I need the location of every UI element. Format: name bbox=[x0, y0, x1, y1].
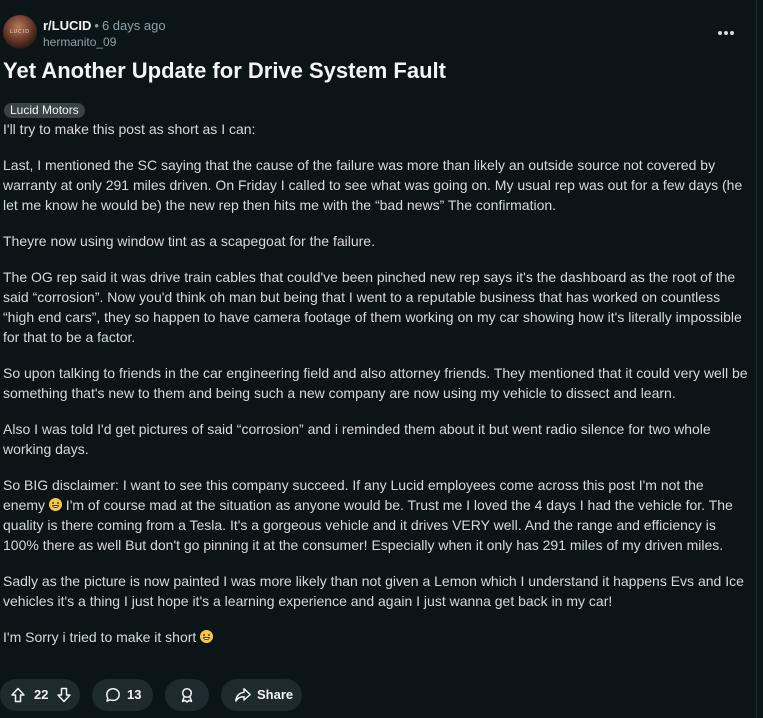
grinning-face-icon bbox=[200, 630, 214, 643]
paragraph: So BIG disclaimer: I want to see this co… bbox=[3, 475, 748, 555]
paragraph: The OG rep said it was drive train cable… bbox=[3, 269, 742, 345]
post-actions: 22 13 Share bbox=[0, 679, 760, 711]
avatar-logo: LUCID bbox=[9, 29, 30, 35]
vote-score: 22 bbox=[34, 687, 49, 702]
share-button[interactable]: Share bbox=[221, 679, 302, 711]
share-arrow-icon bbox=[235, 688, 251, 702]
paragraph: So upon talking to friends in the car en… bbox=[3, 365, 748, 401]
scrollbar[interactable] bbox=[756, 0, 763, 718]
comments-button[interactable]: 13 bbox=[92, 679, 153, 711]
subreddit-link[interactable]: r/LUCID bbox=[43, 18, 91, 33]
grinning-face-icon bbox=[48, 498, 62, 511]
author-link[interactable]: hermanito_09 bbox=[43, 34, 116, 50]
paragraph-text: I'm Sorry i tried to make it short bbox=[3, 629, 201, 645]
post-page: LUCID r/LUCID • 6 days ago hermanito_09 Ye… bbox=[0, 0, 757, 718]
paragraph-text: I'm of course mad at the situation as an… bbox=[3, 497, 733, 553]
post-header: LUCID r/LUCID • 6 days ago hermanito_09 bbox=[3, 14, 753, 54]
subreddit-avatar[interactable]: LUCID bbox=[3, 15, 37, 49]
paragraph: Last, I mentioned the SC saying that the… bbox=[3, 157, 743, 213]
vote-pill: 22 bbox=[0, 679, 80, 711]
ellipsis-icon bbox=[718, 31, 734, 35]
paragraph: Sadly as the picture is now painted I wa… bbox=[3, 573, 744, 609]
comment-bubble-icon bbox=[106, 688, 120, 702]
award-button[interactable] bbox=[165, 679, 209, 711]
paragraph: Also I was told I'd get pictures of said… bbox=[3, 421, 711, 457]
upvote-arrow-icon[interactable] bbox=[10, 687, 26, 703]
more-options-button[interactable] bbox=[715, 22, 737, 44]
paragraph: I'll try to make this post as short as I… bbox=[3, 121, 256, 137]
post-time: 6 days ago bbox=[101, 18, 166, 33]
paragraph: I'm Sorry i tried to make it short bbox=[3, 627, 748, 647]
post-meta: r/LUCID • 6 days ago bbox=[43, 18, 166, 34]
award-icon bbox=[181, 687, 193, 703]
post-title[interactable]: Yet Another Update for Drive System Faul… bbox=[3, 56, 743, 86]
comment-count: 13 bbox=[127, 687, 142, 702]
meta-separator: • bbox=[94, 18, 99, 33]
paragraph: Theyre now using window tint as a scapeg… bbox=[3, 233, 375, 249]
post-body: I'll try to make this post as short as I… bbox=[3, 119, 748, 663]
post-flair[interactable]: Lucid Motors bbox=[4, 103, 85, 118]
downvote-arrow-icon[interactable] bbox=[56, 687, 72, 703]
share-label: Share bbox=[257, 687, 294, 702]
